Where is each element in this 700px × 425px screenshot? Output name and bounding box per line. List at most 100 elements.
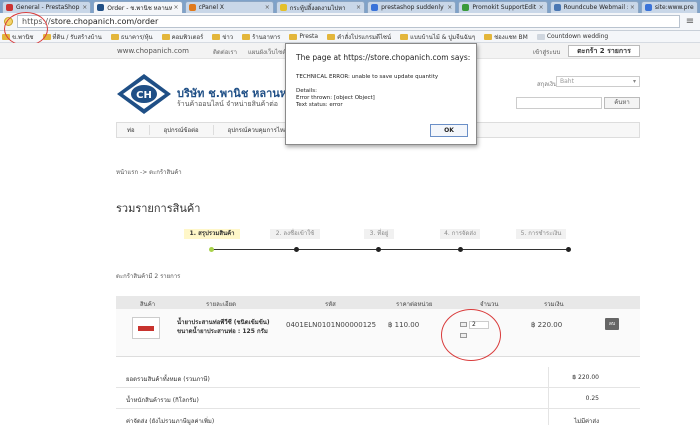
- menu-item-fittings[interactable]: อุปกรณ์ข้อต่อ: [164, 125, 199, 135]
- bookmark-item[interactable]: ที่ดิน / รับสร้างบ้าน: [42, 32, 102, 42]
- product-image[interactable]: [132, 317, 160, 339]
- bookmark-item[interactable]: Presta: [289, 33, 318, 40]
- close-icon[interactable]: ×: [174, 4, 179, 11]
- product-name[interactable]: น้ำยาประสานท่อพีวีซี (ชนิดเข้มข้น) ขนาดน…: [177, 318, 285, 336]
- bookmark-item[interactable]: ธนาคาร/หุ้น: [110, 32, 153, 42]
- browser-tab-active[interactable]: Order - ช.พานิช หลานห ×: [93, 1, 183, 13]
- tab-label: Roundcube Webmail ::: [563, 4, 628, 11]
- bookmark-item[interactable]: แบบบ้านไม้ & ปูมจีนฉันๆ: [400, 32, 475, 42]
- menu-item-flow-control[interactable]: อุปกรณ์ควบคุมการไหล: [228, 125, 288, 135]
- close-icon[interactable]: ×: [539, 4, 544, 11]
- folder-icon: [212, 33, 221, 40]
- bookmark-item[interactable]: ข่าว: [212, 32, 233, 42]
- browser-tab[interactable]: General - PrestaShop™ ×: [2, 1, 92, 13]
- bookmark-label: ที่ดิน / รับสร้างบ้าน: [52, 33, 102, 41]
- bookmark-item[interactable]: Countdown wedding: [536, 33, 609, 40]
- close-icon[interactable]: ×: [265, 4, 270, 11]
- brand-tagline: ร้านค้าออนไลน์ จำหน่ายสินค้าต่อ: [177, 100, 278, 108]
- site-url: www.chopanich.com: [117, 47, 189, 55]
- steps-line: [212, 249, 569, 250]
- summary-label: ค่าจัดส่ง (ยังไม่รวมภาษีมูลค่าเพิ่ม): [126, 418, 215, 425]
- dialog-message: TECHNICAL ERROR: unable to save update q…: [296, 74, 439, 108]
- step-dot: [566, 247, 571, 252]
- bookmark-label: คำสั่งโปรแกรมดีไซน์: [337, 33, 392, 41]
- summary-row: ยอดรวมสินค้าทั้งหมด (รวมภาษี) ฿ 220.00: [116, 367, 640, 388]
- search-input[interactable]: [516, 97, 602, 109]
- table-row: น้ำยาประสานท่อพีวีซี (ชนิดเข้มข้น) ขนาดน…: [116, 309, 640, 357]
- favicon-icon: [462, 4, 470, 11]
- login-link[interactable]: เข้าสู่ระบบ: [533, 47, 560, 57]
- close-icon[interactable]: ×: [356, 4, 361, 11]
- favicon-icon: [279, 4, 287, 11]
- step-shipping[interactable]: 4. การจัดส่ง: [440, 229, 480, 239]
- product-title: น้ำยาประสานท่อพีวีซี (ชนิดเข้มข้น): [177, 319, 270, 326]
- currency-select[interactable]: Baht ▾: [556, 76, 640, 87]
- close-icon[interactable]: ×: [82, 4, 87, 11]
- step-dot: [458, 247, 463, 252]
- brand-logo[interactable]: CH: [116, 73, 172, 115]
- favicon-icon: [188, 4, 196, 11]
- contact-link[interactable]: ติดต่อเรา: [213, 47, 237, 57]
- folder-icon: [161, 33, 170, 40]
- bookmark-label: Countdown wedding: [546, 33, 609, 40]
- address-toolbar: https://store.chopanich.com/order ≡: [0, 13, 700, 31]
- sitemap-link[interactable]: แผนผังเว็บไซต์: [248, 47, 286, 57]
- cart-count: ตะกร้าสินค้ามี 2 รายการ: [116, 273, 181, 280]
- browser-tab[interactable]: site:www.pres: [640, 1, 698, 13]
- ok-button[interactable]: OK: [430, 124, 468, 137]
- product-image-label: [138, 326, 154, 331]
- bookmark-label: ร้านอาหาร: [252, 33, 281, 41]
- annotation-circle: [441, 309, 501, 361]
- col-sku: รหัส: [325, 301, 336, 308]
- menu-divider: [148, 125, 150, 135]
- step-summary[interactable]: 1. สรุปรวมสินค้า: [184, 229, 240, 239]
- menu-icon[interactable]: ≡: [684, 16, 696, 28]
- col-unit-price: ราคาต่อหน่วย: [396, 301, 433, 308]
- tab-label: site:www.pres: [654, 4, 694, 11]
- browser-tab[interactable]: cPanel X ×: [184, 1, 274, 13]
- bookmark-item[interactable]: ร้านอาหาร: [242, 32, 280, 42]
- product-attribute: ขนาดน้ำยาประสานท่อ : 125 กรัม: [177, 328, 268, 335]
- logo-text: CH: [136, 90, 152, 101]
- browser-tab[interactable]: prestashop suddenly p ×: [367, 1, 457, 13]
- bookmark-item[interactable]: ช่องแชท BM: [484, 32, 528, 42]
- step-address[interactable]: 3. ที่อยู่: [364, 229, 394, 239]
- summary-value: 0.25: [585, 395, 599, 402]
- browser-tab[interactable]: Roundcube Webmail :: ×: [549, 1, 639, 13]
- breadcrumb[interactable]: หน้าแรก -> ตะกร้าสินค้า: [116, 167, 182, 177]
- currency-label: สกุลเงิน: [537, 81, 558, 88]
- step-payment[interactable]: 5. การชำระเงิน: [516, 229, 566, 239]
- col-product: สินค้า: [140, 301, 156, 308]
- search-button[interactable]: ค้นหา: [604, 97, 640, 109]
- product-sku: 0401ELN0101N00000125: [286, 321, 377, 329]
- tab-label: cPanel X: [198, 4, 225, 11]
- close-icon[interactable]: ×: [447, 4, 452, 11]
- tab-label: General - PrestaShop™: [16, 4, 81, 11]
- menu-item-pipe[interactable]: ท่อ: [127, 125, 135, 135]
- summary-row: ค่าจัดส่ง (ยังไม่รวมภาษีมูลค่าเพิ่ม) ไม่…: [116, 409, 640, 425]
- browser-tab[interactable]: กระทู้ปลิ้งงดงามไปหา ×: [275, 1, 366, 13]
- product-total: ฿ 220.00: [531, 321, 563, 329]
- annotation-circle: [4, 12, 48, 46]
- bookmark-label: ช่องแชท BM: [494, 33, 528, 41]
- page-title: รวมรายการสินค้า: [116, 202, 201, 215]
- browser-tab[interactable]: Promokit SupportEdit ×: [458, 1, 548, 13]
- step-login[interactable]: 2. ลงชื่อเข้าใช้: [270, 229, 320, 239]
- tab-strip: General - PrestaShop™ × Order - ช.พานิช ห…: [0, 0, 700, 13]
- summary-divider: [548, 388, 549, 409]
- product-unit-price: ฿ 110.00: [388, 321, 420, 329]
- bookmark-item[interactable]: คอมพิวเตอร์: [161, 32, 203, 42]
- currency-value: Baht: [560, 78, 574, 85]
- bookmark-item[interactable]: คำสั่งโปรแกรมดีไซน์: [327, 32, 391, 42]
- folder-icon: [289, 33, 298, 40]
- summary-value: ไม่มีค่าส่ง: [574, 418, 599, 425]
- url-host: store.chopanich.com/order: [50, 17, 159, 26]
- address-bar[interactable]: https://store.chopanich.com/order: [17, 15, 680, 28]
- chevron-down-icon: ▾: [632, 78, 636, 85]
- summary-row: น้ำหนักสินค้ารวม (กิโลกรัม) 0.25: [116, 388, 640, 409]
- cart-button[interactable]: ตะกร้า 2 รายการ: [568, 45, 640, 57]
- favicon-icon: [553, 4, 561, 11]
- delete-button[interactable]: ลบ: [605, 318, 619, 330]
- close-icon[interactable]: ×: [630, 4, 635, 11]
- col-quantity: จำนวน: [480, 301, 499, 308]
